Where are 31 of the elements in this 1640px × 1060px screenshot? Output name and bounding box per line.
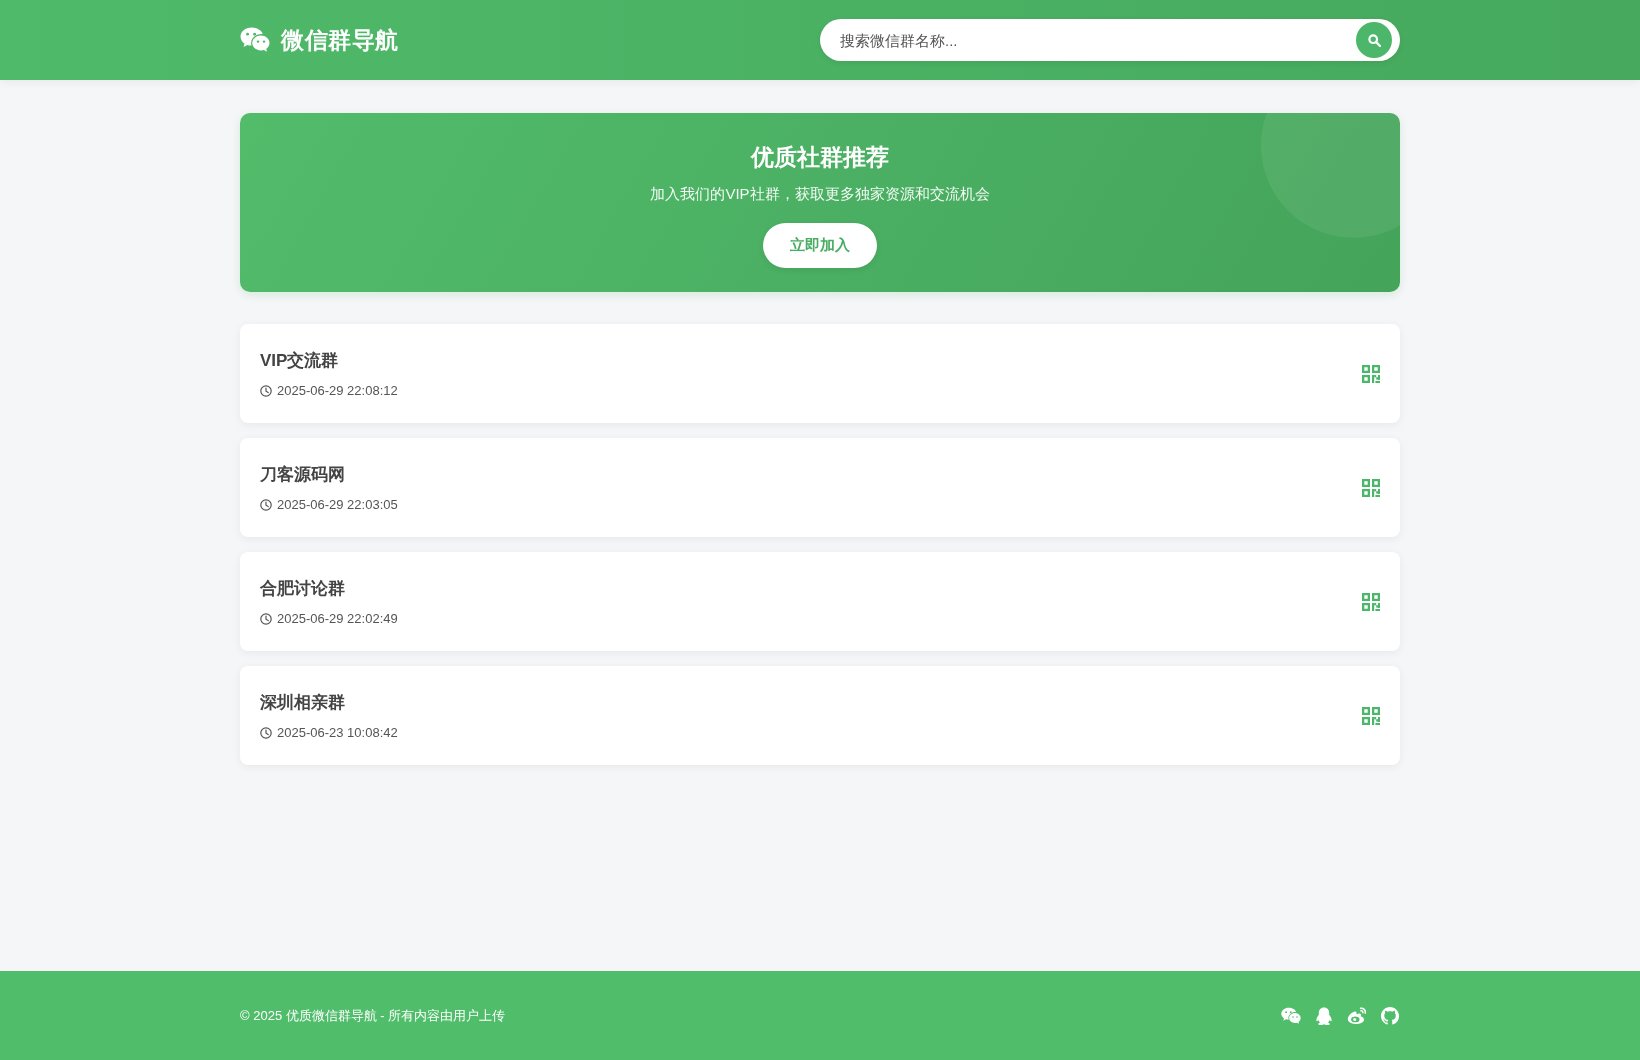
group-time: 2025-06-29 22:03:05 — [277, 496, 398, 514]
clock-icon — [260, 499, 272, 511]
clock-icon — [260, 727, 272, 739]
site-title: 微信群导航 — [281, 25, 399, 55]
qr-code-icon[interactable] — [1362, 593, 1380, 611]
group-time: 2025-06-23 10:08:42 — [277, 724, 398, 742]
group-card[interactable]: 深圳相亲群 2025-06-23 10:08:42 — [240, 666, 1400, 765]
chat-bubbles-icon — [240, 27, 270, 53]
weibo-icon[interactable] — [1347, 1006, 1367, 1025]
group-name: VIP交流群 — [260, 350, 340, 372]
chat-bubbles-icon[interactable] — [1281, 1006, 1301, 1025]
banner-subtitle: 加入我们的VIP社群，获取更多独家资源和交流机会 — [650, 184, 990, 204]
group-card[interactable]: 合肥讨论群 2025-06-29 22:02:49 — [240, 552, 1400, 651]
group-name: 刀客源码网 — [260, 464, 346, 486]
banner-title: 优质社群推荐 — [751, 143, 889, 172]
clock-icon — [260, 613, 272, 625]
penguin-icon[interactable] — [1314, 1006, 1334, 1025]
footer-copyright: © 2025 优质微信群导航 - 所有内容由用户上传 — [240, 1006, 506, 1025]
group-card[interactable]: VIP交流群 2025-06-29 22:08:12 — [240, 324, 1400, 423]
clock-icon — [260, 385, 272, 397]
qr-code-icon[interactable] — [1362, 479, 1380, 497]
github-icon[interactable] — [1380, 1006, 1400, 1025]
group-time: 2025-06-29 22:08:12 — [277, 382, 398, 400]
group-name: 合肥讨论群 — [260, 578, 346, 600]
qr-code-icon[interactable] — [1362, 365, 1380, 383]
group-card[interactable]: 刀客源码网 2025-06-29 22:03:05 — [240, 438, 1400, 537]
group-name: 深圳相亲群 — [260, 692, 346, 714]
group-time: 2025-06-29 22:02:49 — [277, 610, 398, 628]
search-icon — [1367, 33, 1381, 47]
qr-code-icon[interactable] — [1362, 707, 1380, 725]
search-field[interactable]: 搜索微信群名称... — [820, 19, 1400, 61]
